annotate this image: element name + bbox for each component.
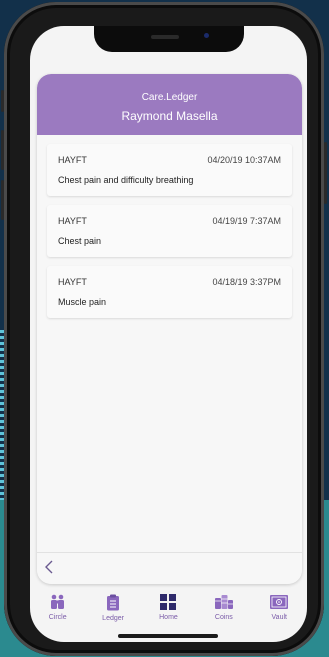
tab-coins[interactable]: Coins — [199, 586, 249, 621]
ledger-entry-list: HAYFT 04/20/19 10:37AM Chest pain and di… — [47, 144, 292, 327]
tab-label: Ledger — [102, 615, 124, 622]
camera-dot — [204, 33, 209, 38]
power-button — [324, 142, 327, 204]
coins-icon — [214, 595, 233, 609]
entry-description: Muscle pain — [58, 297, 107, 307]
clipboard-icon — [107, 594, 120, 611]
ledger-header: Care.Ledger Raymond Masella — [37, 74, 302, 135]
volume-up-button — [1, 130, 4, 170]
ledger-entry[interactable]: HAYFT 04/18/19 3:37PM Muscle pain — [47, 266, 292, 318]
tab-vault[interactable]: Vault — [254, 586, 304, 621]
entry-timestamp: 04/18/19 3:37PM — [212, 277, 281, 287]
people-icon — [50, 594, 64, 609]
volume-down-button — [1, 180, 4, 220]
entry-source: HAYFT — [58, 277, 87, 287]
entry-description: Chest pain — [58, 236, 102, 246]
tab-home[interactable]: Home — [143, 586, 193, 621]
chevron-left-icon[interactable] — [44, 560, 54, 574]
tab-ledger[interactable]: Ledger — [88, 586, 138, 622]
tab-label: Circle — [48, 614, 67, 621]
tab-label: Home — [159, 614, 178, 621]
app-name: Care.Ledger — [141, 92, 198, 103]
entry-source: HAYFT — [58, 155, 87, 165]
entry-source: HAYFT — [58, 216, 87, 226]
patient-name: Raymond Masella — [121, 109, 218, 123]
phone-screen: Care.Ledger Raymond Masella HAYFT 04/20/… — [30, 26, 307, 642]
tab-label: Vault — [271, 614, 287, 621]
grid-icon — [160, 594, 177, 610]
ledger-card: Care.Ledger Raymond Masella HAYFT 04/20/… — [37, 74, 302, 584]
speaker-grille — [151, 35, 179, 39]
phone-frame: Care.Ledger Raymond Masella HAYFT 04/20/… — [1, 2, 327, 656]
home-indicator[interactable] — [118, 634, 218, 638]
back-bar — [37, 552, 302, 584]
ledger-entry[interactable]: HAYFT 04/20/19 10:37AM Chest pain and di… — [47, 144, 292, 196]
ledger-entry[interactable]: HAYFT 04/19/19 7:37AM Chest pain — [47, 205, 292, 257]
safe-icon — [270, 595, 289, 609]
entry-description: Chest pain and difficulty breathing — [58, 175, 194, 185]
tab-bar: Circle Ledger Home Coins Vault — [30, 586, 307, 630]
entry-timestamp: 04/20/19 10:37AM — [207, 155, 281, 165]
entry-timestamp: 04/19/19 7:37AM — [212, 216, 281, 226]
tab-label: Coins — [214, 614, 233, 621]
mute-switch — [1, 90, 4, 112]
notch — [94, 26, 244, 52]
tab-circle[interactable]: Circle — [33, 586, 83, 621]
